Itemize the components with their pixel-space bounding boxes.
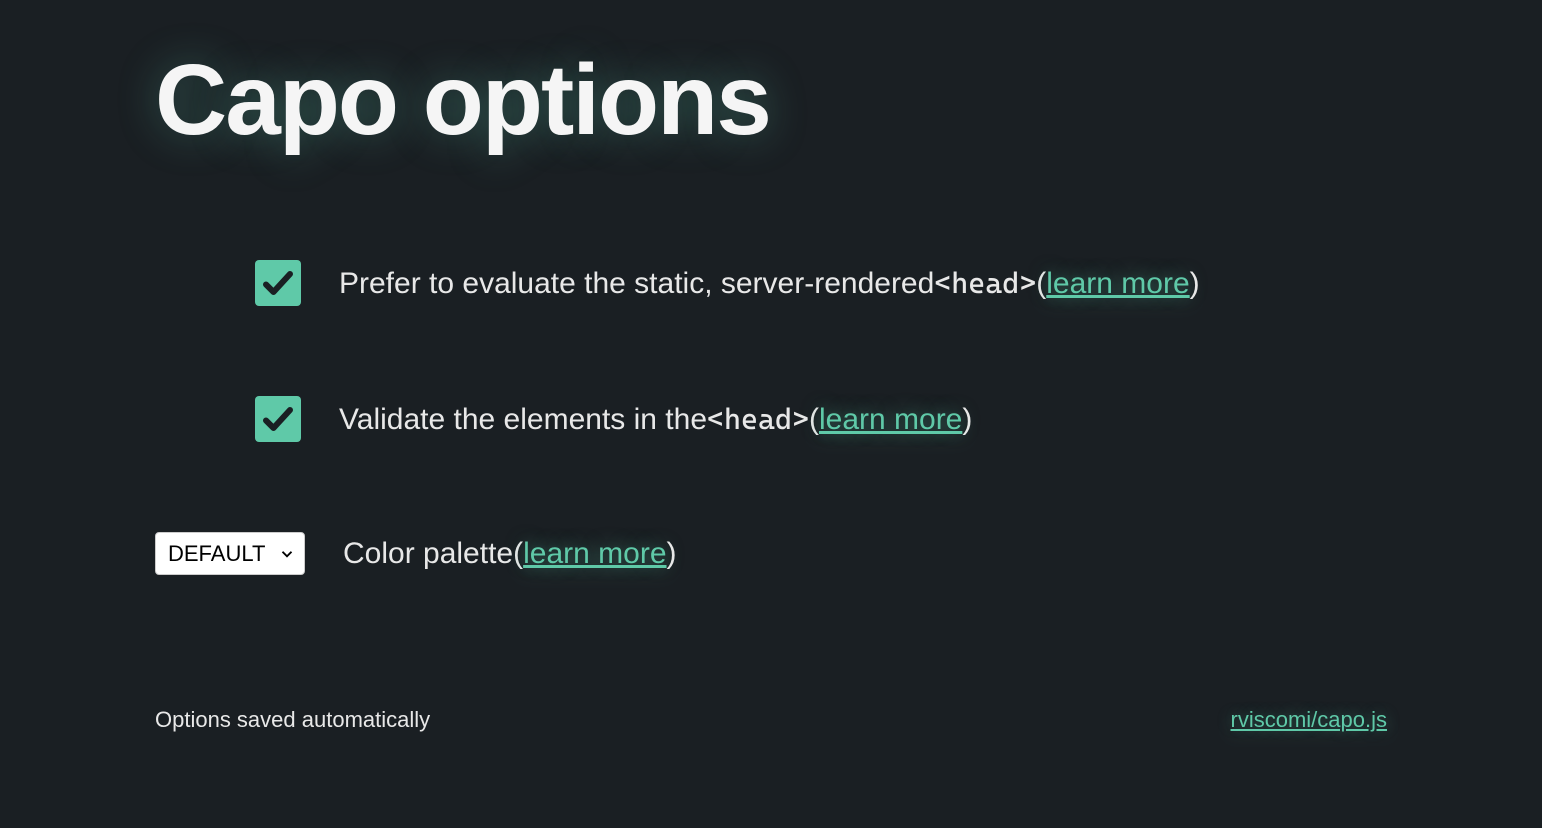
label-text: Validate the elements in the	[339, 403, 707, 437]
learn-more-link-palette[interactable]: learn more	[523, 537, 666, 571]
learn-more-link-validate[interactable]: learn more	[819, 403, 962, 437]
code-head: <head>	[934, 266, 1036, 300]
select-color-palette[interactable]: DEFAULT	[155, 532, 305, 575]
checkbox-validate[interactable]	[255, 396, 301, 442]
label-text: Color palette	[343, 537, 513, 571]
option-row-palette: DEFAULT Color palette ( learn more )	[155, 532, 1387, 575]
paren-open: (	[513, 537, 523, 571]
code-head: <head>	[707, 402, 809, 436]
page-title: Capo options	[155, 50, 1387, 150]
option-label-palette: Color palette ( learn more )	[343, 537, 677, 571]
option-row-validate: Validate the elements in the <head> ( le…	[155, 396, 1387, 442]
checkmark-icon	[260, 265, 296, 301]
paren-open: (	[1036, 267, 1046, 301]
learn-more-link-static[interactable]: learn more	[1046, 267, 1189, 301]
footer: Options saved automatically rviscomi/cap…	[155, 707, 1387, 733]
footer-status: Options saved automatically	[155, 707, 430, 733]
paren-close: )	[1190, 267, 1200, 301]
paren-close: )	[667, 537, 677, 571]
label-text: Prefer to evaluate the static, server-re…	[339, 267, 934, 301]
option-label-static-eval: Prefer to evaluate the static, server-re…	[339, 266, 1200, 301]
checkbox-static-eval[interactable]	[255, 260, 301, 306]
option-label-validate: Validate the elements in the <head> ( le…	[339, 402, 972, 437]
paren-open: (	[809, 403, 819, 437]
paren-close: )	[962, 403, 972, 437]
footer-repo-link[interactable]: rviscomi/capo.js	[1231, 707, 1387, 733]
checkmark-icon	[260, 401, 296, 437]
option-row-static-eval: Prefer to evaluate the static, server-re…	[155, 260, 1387, 306]
